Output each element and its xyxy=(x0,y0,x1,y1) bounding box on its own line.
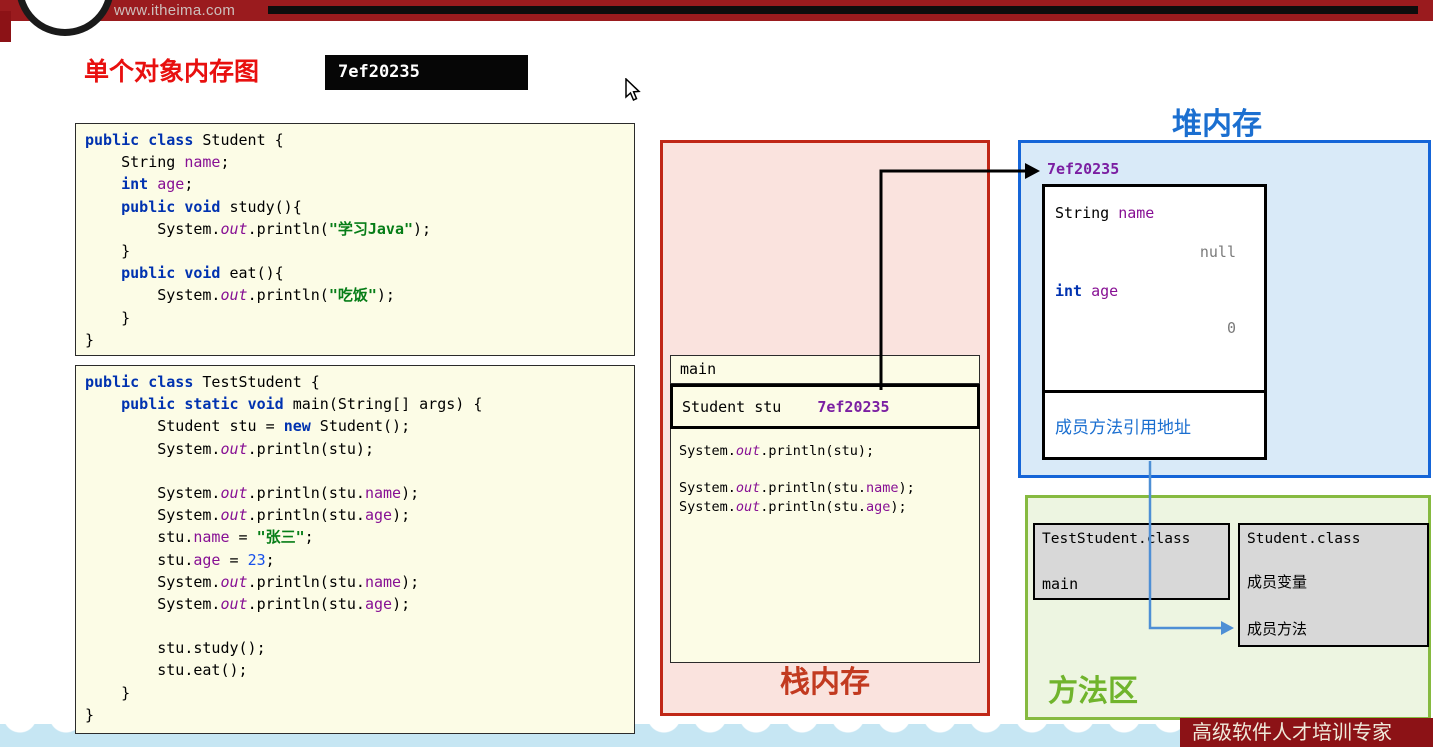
test-student-code-block: public class TestStudent { public static… xyxy=(75,365,635,734)
heap-field-name-value: null xyxy=(1199,243,1236,261)
stack-frame-main: main xyxy=(671,356,979,384)
itheima-logo xyxy=(16,0,114,36)
heap-memory-label: 堆内存 xyxy=(1172,108,1262,141)
heap-field-name-decl: String name xyxy=(1055,204,1155,222)
site-url: www.itheima.com xyxy=(114,2,236,19)
logo-tab xyxy=(0,11,11,42)
stack-memory-panel: main Student stu 7ef20235 System.out.pri… xyxy=(660,140,990,716)
mouse-cursor-icon xyxy=(625,78,641,102)
method-area-label: 方法区 xyxy=(1048,675,1138,708)
heap-field-age-value: 0 xyxy=(1226,319,1236,337)
address-badge: 7ef20235 xyxy=(325,55,528,90)
student-class-name: Student.class xyxy=(1247,531,1361,547)
heap-object-address: 7ef20235 xyxy=(1047,160,1120,178)
heap-object-box: String name null int age 0 成员方法引用地址 xyxy=(1042,184,1267,460)
method-area-panel: TestStudent.class main Student.class 成员变… xyxy=(1025,495,1431,720)
heap-field-age-decl: int age xyxy=(1055,282,1119,300)
stack-memory-label: 栈内存 xyxy=(780,666,870,699)
stack-frame: main Student stu 7ef20235 System.out.pri… xyxy=(670,355,980,663)
teststudent-class-box: TestStudent.class main xyxy=(1033,523,1230,600)
teststudent-class-member-main: main xyxy=(1042,575,1079,593)
teststudent-class-name: TestStudent.class xyxy=(1042,531,1191,547)
student-class-member-methods: 成员方法 xyxy=(1247,621,1308,638)
footer-slogan: 高级软件人才培训专家 xyxy=(1192,720,1392,744)
student-class-box: Student.class 成员变量 成员方法 xyxy=(1238,523,1429,647)
page-title: 单个对象内存图 xyxy=(84,58,260,86)
student-class-member-variables: 成员变量 xyxy=(1247,574,1308,591)
student-code-block: public class Student { String name; int … xyxy=(75,123,635,356)
heap-object-fields: String name null int age 0 xyxy=(1045,187,1264,393)
footer-banner: 高级软件人才培训专家 xyxy=(1180,718,1433,747)
stack-variable-decl: Student stu xyxy=(682,397,782,416)
heap-method-ref-label: 成员方法引用地址 xyxy=(1055,417,1191,437)
stack-variable-row: Student stu 7ef20235 xyxy=(670,384,980,429)
header-stripe xyxy=(268,6,1418,14)
stack-statements: System.out.println(stu); System.out.prin… xyxy=(679,443,915,515)
stack-variable-value: 7ef20235 xyxy=(817,397,890,416)
